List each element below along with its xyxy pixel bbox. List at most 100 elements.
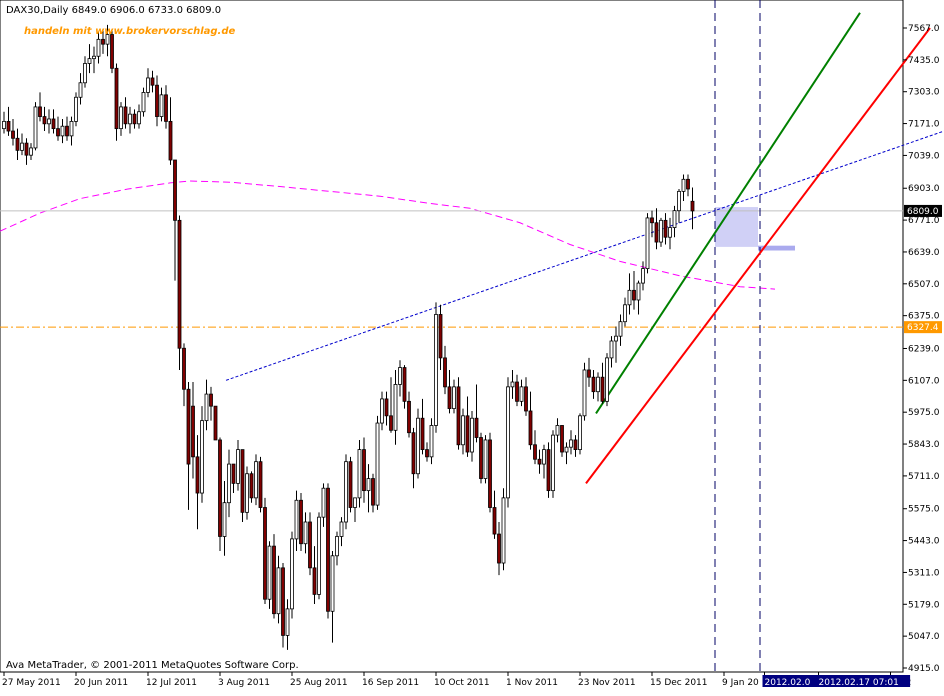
candle-body xyxy=(299,499,303,545)
candle-body xyxy=(348,461,353,508)
candle-body xyxy=(573,439,578,450)
candle-body xyxy=(578,415,582,450)
candle-body xyxy=(33,106,38,149)
candle-body xyxy=(398,367,402,385)
candle-body xyxy=(456,386,461,446)
candle-body xyxy=(636,282,641,301)
x-tick-label: 15 Dec 2011 xyxy=(650,678,708,688)
candle-body xyxy=(128,113,132,125)
candle-body xyxy=(560,425,564,453)
candle-body xyxy=(524,386,528,412)
candle-body xyxy=(425,449,429,458)
candle-body xyxy=(645,217,650,270)
candle-body xyxy=(533,444,537,460)
candle-body xyxy=(474,417,479,438)
candle-body xyxy=(429,425,434,458)
y-tick-label: 5443.0 xyxy=(908,537,940,547)
candle-body xyxy=(497,533,501,564)
candle-body xyxy=(506,386,510,499)
candle-body xyxy=(38,106,42,117)
candle-body xyxy=(551,434,555,492)
candle-body xyxy=(618,321,623,337)
copyright-text: Ava MetaTrader, © 2001-2011 MetaQuotes S… xyxy=(6,660,299,671)
candle-body xyxy=(344,461,348,523)
candle-body xyxy=(168,120,173,161)
candle-body xyxy=(326,487,330,612)
x-tick-label: 2012.02.17 07:01 xyxy=(819,678,899,688)
candle-body xyxy=(83,63,87,84)
y-tick-label: 7171.0 xyxy=(908,120,940,130)
candle-body xyxy=(281,567,285,636)
candle-body xyxy=(528,410,533,446)
candle-body xyxy=(47,118,51,125)
candle-body xyxy=(141,92,146,113)
x-tick-label: 2012.02.0 xyxy=(765,678,811,688)
candle-body xyxy=(564,446,569,453)
candle-body xyxy=(407,400,411,434)
candle-body xyxy=(249,473,254,499)
candle-body xyxy=(582,369,587,417)
candle-body xyxy=(317,516,321,595)
current-price-label: 6809.0 xyxy=(907,207,939,217)
candle-body xyxy=(650,217,654,224)
y-tick-label: 5711.0 xyxy=(908,472,940,482)
candle-body xyxy=(677,190,681,212)
candle-body xyxy=(173,159,177,221)
candle-body xyxy=(155,84,159,117)
y-tick-label: 6903.0 xyxy=(908,184,940,194)
candle-body xyxy=(164,94,168,122)
candle-body xyxy=(569,439,573,448)
candle-body xyxy=(470,417,474,453)
y-tick-label: 5975.0 xyxy=(908,408,940,418)
candle-body xyxy=(488,439,492,508)
candle-body xyxy=(587,369,591,378)
x-tick-label: 12 Jul 2011 xyxy=(146,678,197,688)
candle-body xyxy=(231,463,236,484)
candle-body xyxy=(218,439,222,537)
candle-body xyxy=(375,422,380,506)
candle-body xyxy=(294,499,299,540)
candle-body xyxy=(609,340,614,359)
candle-body xyxy=(659,219,663,243)
candle-body xyxy=(78,82,83,98)
y-tick-label: 4915.0 xyxy=(908,664,940,674)
candle-body xyxy=(335,536,339,557)
candle-body xyxy=(483,439,488,479)
candle-body xyxy=(56,128,60,137)
candle-body xyxy=(245,473,249,513)
chart-window[interactable]: 7567.0 7435.0 7303.0 7171.0 7039.0 6903.0 6771… xyxy=(0,0,944,692)
candle-body xyxy=(591,376,596,393)
candle-body xyxy=(15,137,20,151)
candle-body xyxy=(546,449,551,492)
candle-body xyxy=(60,125,65,137)
candle-body xyxy=(321,487,326,518)
y-tick-label: 6239.0 xyxy=(908,344,940,354)
candle-body xyxy=(101,38,105,45)
level-label: 6327.4 xyxy=(907,323,939,333)
candle-body xyxy=(110,34,114,69)
candle-body xyxy=(24,142,29,156)
candle-body xyxy=(267,545,272,600)
candle-body xyxy=(411,432,416,475)
candle-body xyxy=(209,393,213,407)
candle-body xyxy=(438,314,443,359)
plot-area xyxy=(0,0,904,673)
candle-body xyxy=(654,222,659,243)
candle-body xyxy=(182,347,186,390)
candle-body xyxy=(330,555,335,612)
candle-body xyxy=(123,106,128,125)
candle-body xyxy=(272,545,276,615)
candle-body xyxy=(312,567,317,595)
candle-body xyxy=(276,567,281,615)
candle-body xyxy=(29,147,33,156)
candle-body xyxy=(501,497,506,564)
watermark-text: handeln mit www.brokervorschlag.de xyxy=(24,26,236,37)
highlight-zone xyxy=(715,207,758,247)
candle-body xyxy=(402,367,407,402)
price-chart[interactable]: 7567.0 7435.0 7303.0 7171.0 7039.0 6903.0 6771… xyxy=(0,0,944,692)
candle-body xyxy=(195,456,200,494)
candle-body xyxy=(137,111,141,125)
candle-body xyxy=(222,502,227,537)
candle-body xyxy=(240,449,245,513)
y-tick-label: 7567.0 xyxy=(908,24,940,34)
